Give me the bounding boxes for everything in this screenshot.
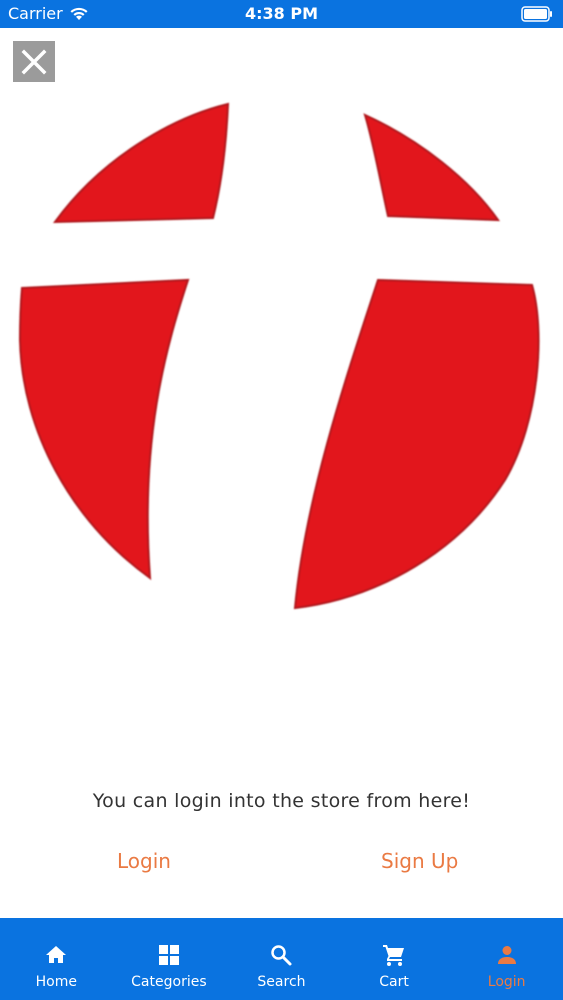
tab-label: Home bbox=[35, 974, 77, 990]
cart-icon bbox=[383, 945, 405, 966]
close-button[interactable] bbox=[13, 41, 55, 82]
login-link[interactable]: Login bbox=[117, 849, 171, 873]
tab-search[interactable]: Search bbox=[225, 918, 338, 1000]
search-icon bbox=[271, 945, 292, 966]
close-icon bbox=[21, 49, 47, 74]
login-prompt: You can login into the store from here! bbox=[92, 790, 471, 812]
tab-cart[interactable]: Cart bbox=[338, 918, 451, 1000]
status-time: 4:38 PM bbox=[244, 4, 318, 23]
tab-bar: Home Categories Search Cart Login bbox=[0, 918, 563, 1000]
tab-label: Login bbox=[487, 974, 526, 990]
tab-categories[interactable]: Categories bbox=[113, 918, 226, 1000]
categories-icon bbox=[158, 945, 179, 965]
tab-label: Categories bbox=[131, 974, 207, 990]
store-logo bbox=[18, 102, 540, 610]
person-icon bbox=[497, 946, 516, 964]
tab-home[interactable]: Home bbox=[0, 918, 113, 1000]
signup-link[interactable]: Sign Up bbox=[381, 849, 458, 873]
status-bar: Carrier 4:38 PM bbox=[0, 0, 563, 28]
home-icon bbox=[46, 946, 67, 963]
battery-icon bbox=[521, 6, 553, 26]
tab-login[interactable]: Login bbox=[450, 918, 563, 1000]
tab-label: Search bbox=[257, 974, 306, 990]
tab-label: Cart bbox=[379, 974, 409, 990]
